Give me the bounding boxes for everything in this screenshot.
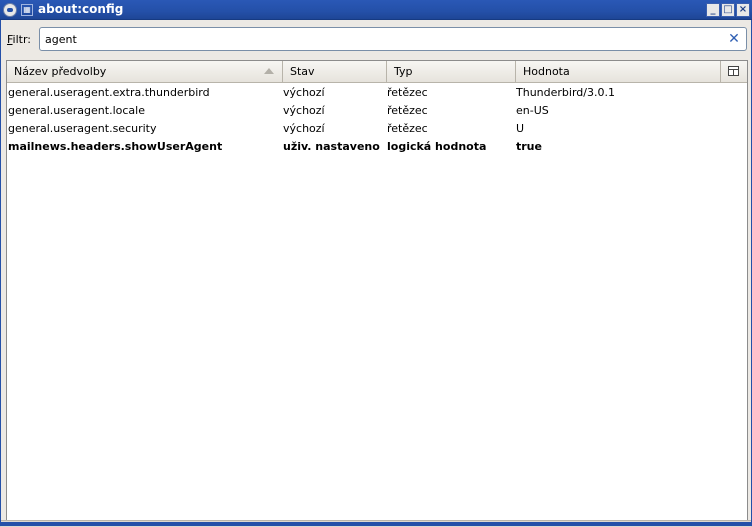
filter-field[interactable]: ✕ xyxy=(39,27,747,51)
cell-status: uživ. nastaveno xyxy=(283,140,380,153)
minimize-icon: _ xyxy=(710,4,716,15)
clear-icon[interactable]: ✕ xyxy=(727,31,741,47)
cell-value: Thunderbird/3.0.1 xyxy=(516,86,615,99)
column-header-name-label: Název předvolby xyxy=(14,65,107,78)
cell-name: general.useragent.security xyxy=(8,122,157,135)
cell-status: výchozí xyxy=(283,122,325,135)
column-header-name[interactable]: Název předvolby xyxy=(7,61,283,82)
column-header-status[interactable]: Stav xyxy=(283,61,387,82)
table-row[interactable]: general.useragent.extra.thunderbird vých… xyxy=(7,84,747,102)
maximize-icon: □ xyxy=(723,4,733,15)
column-picker-button[interactable] xyxy=(721,61,747,82)
table-row[interactable]: general.useragent.security výchozí řetěz… xyxy=(7,120,747,138)
filter-label: Filtr: xyxy=(7,33,31,46)
cell-value: true xyxy=(516,140,542,153)
cell-value: en-US xyxy=(516,104,549,117)
close-button[interactable]: × xyxy=(736,3,750,17)
table-row[interactable]: general.useragent.locale výchozí řetězec… xyxy=(7,102,747,120)
column-header-type-label: Typ xyxy=(394,65,413,78)
sort-ascending-icon xyxy=(264,68,274,74)
column-header-status-label: Stav xyxy=(290,65,315,78)
cell-status: výchozí xyxy=(283,86,325,99)
cell-name: general.useragent.extra.thunderbird xyxy=(8,86,210,99)
preferences-tree[interactable]: Název předvolby Stav Typ Hodnota general… xyxy=(6,60,748,522)
cell-type: řetězec xyxy=(387,122,428,135)
window-menu-icon[interactable]: ▦ xyxy=(21,4,33,16)
close-icon: × xyxy=(738,4,748,15)
filter-input[interactable] xyxy=(45,32,715,46)
window-title: about:config xyxy=(38,2,124,16)
cell-name: general.useragent.locale xyxy=(8,104,145,117)
cell-type: řetězec xyxy=(387,104,428,117)
maximize-button[interactable]: □ xyxy=(721,3,735,17)
table-row-modified[interactable]: mailnews.headers.showUserAgent uživ. nas… xyxy=(7,138,747,156)
column-header-row: Název předvolby Stav Typ Hodnota xyxy=(7,61,747,83)
cell-value: U xyxy=(516,122,525,135)
column-header-value-label: Hodnota xyxy=(523,65,570,78)
filter-label-text: iltr: xyxy=(12,33,31,46)
title-bar[interactable]: ▦ about:config _ □ × xyxy=(0,0,752,20)
cell-name: mailnews.headers.showUserAgent xyxy=(8,140,223,153)
cell-status: výchozí xyxy=(283,104,325,117)
minimize-button[interactable]: _ xyxy=(706,3,720,17)
cell-type: řetězec xyxy=(387,86,428,99)
column-header-value[interactable]: Hodnota xyxy=(516,61,721,82)
table-body: general.useragent.extra.thunderbird vých… xyxy=(7,84,747,156)
column-picker-icon xyxy=(728,66,739,76)
window-content: Filtr: ✕ Název předvolby Stav Typ Hodnot… xyxy=(0,20,752,527)
column-header-type[interactable]: Typ xyxy=(387,61,516,82)
app-icon[interactable] xyxy=(3,3,17,17)
cell-type: logická hodnota xyxy=(387,140,487,153)
window-bottom-border[interactable] xyxy=(0,522,752,526)
